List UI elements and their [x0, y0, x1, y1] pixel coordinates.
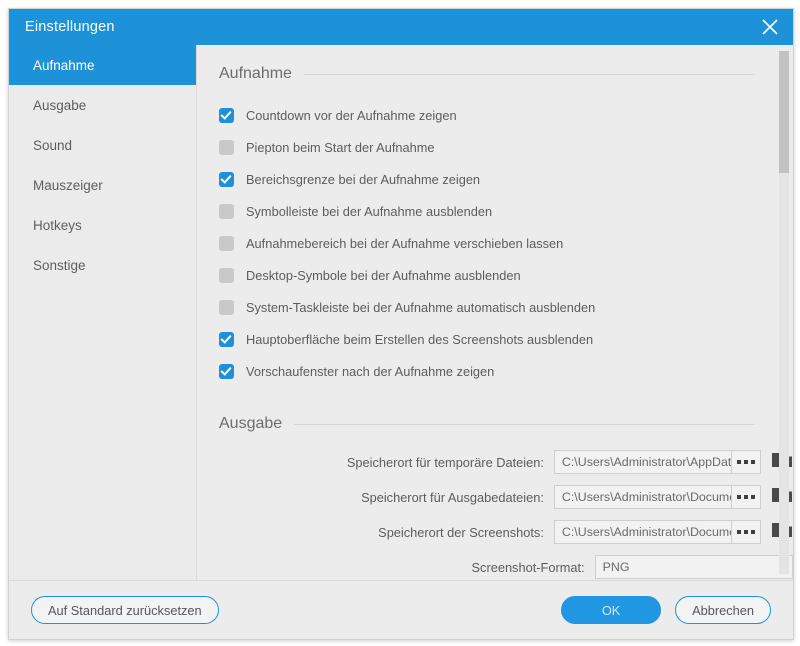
dot-icon — [751, 495, 756, 499]
dot-icon — [744, 460, 749, 464]
checkbox-row-bereichsgrenze[interactable]: Bereichsgrenze bei der Aufnahme zeigen — [197, 163, 793, 195]
sidebar-item-label: Ausgabe — [33, 97, 87, 113]
checkbox-row-aufnahmebereich[interactable]: Aufnahmebereich bei der Aufnahme verschi… — [197, 227, 793, 259]
checkbox-label: System-Taskleiste bei der Aufnahme autom… — [246, 299, 596, 315]
checkbox-hauptoberflaeche[interactable] — [219, 331, 234, 347]
checkbox-row-hauptoberflaeche[interactable]: Hauptoberfläche beim Erstellen des Scree… — [197, 323, 793, 355]
checkbox-row-piepton[interactable]: Piepton beim Start der Aufnahme — [197, 131, 793, 163]
close-icon — [760, 17, 780, 37]
cancel-button[interactable]: Abbrechen — [675, 596, 771, 624]
content-scrollbar[interactable] — [779, 51, 789, 574]
sidebar-item-mauszeiger[interactable]: Mauszeiger — [9, 165, 196, 205]
checkbox-label: Countdown vor der Aufnahme zeigen — [246, 107, 457, 123]
field-label: Speicherort der Screenshots: — [378, 524, 544, 540]
sidebar-item-ausgabe[interactable]: Ausgabe — [9, 85, 196, 125]
checkbox-taskleiste[interactable] — [219, 299, 234, 315]
title-bar: Einstellungen — [9, 9, 793, 45]
checkbox-row-desktop-symbole[interactable]: Desktop-Symbole bei der Aufnahme ausblen… — [197, 259, 793, 291]
browse-output-path-button[interactable] — [732, 485, 761, 509]
window-title: Einstellungen — [25, 19, 115, 35]
checkbox-label: Desktop-Symbole bei der Aufnahme ausblen… — [246, 267, 521, 283]
sidebar-item-label: Sonstige — [33, 257, 86, 273]
checkbox-symbolleiste[interactable] — [219, 203, 234, 219]
recording-options-list: Countdown vor der Aufnahme zeigen Piepto… — [197, 99, 793, 387]
checkbox-desktop-symbole[interactable] — [219, 267, 234, 283]
screenshot-path-input[interactable]: C:\Users\Administrator\Documents — [553, 520, 733, 544]
sidebar: Aufnahme Ausgabe Sound Mauszeiger Hotkey… — [9, 45, 197, 580]
checkbox-label: Hauptoberfläche beim Erstellen des Scree… — [246, 331, 594, 347]
dot-icon — [737, 460, 742, 464]
sidebar-item-label: Aufnahme — [33, 57, 95, 73]
footer-bar: Auf Standard zurücksetzen OK Abbrechen — [9, 581, 793, 639]
output-section: Ausgabe Speicherort für temporäre Dateie… — [197, 413, 793, 580]
section-header-ausgabe: Ausgabe — [219, 413, 755, 433]
checkbox-piepton[interactable] — [219, 139, 234, 155]
checkbox-label: Piepton beim Start der Aufnahme — [246, 139, 435, 155]
screenshot-format-select[interactable]: PNG — [594, 555, 793, 579]
field-label: Speicherort für temporäre Dateien: — [346, 454, 544, 470]
settings-scroll-content: Aufnahme Countdown vor der Aufnahme zeig… — [197, 45, 793, 580]
sidebar-item-hotkeys[interactable]: Hotkeys — [9, 205, 196, 245]
checkbox-bereichsgrenze[interactable] — [219, 171, 234, 187]
output-fields: Speicherort für temporäre Dateien: C:\Us… — [197, 447, 793, 580]
browse-screenshot-path-button[interactable] — [732, 520, 761, 544]
sidebar-item-aufnahme[interactable]: Aufnahme — [9, 45, 196, 85]
temp-path-input[interactable]: C:\Users\Administrator\AppData\Lo — [553, 450, 733, 474]
section-title: Aufnahme — [219, 65, 292, 82]
section-title: Ausgabe — [219, 415, 283, 432]
checkbox-row-symbolleiste[interactable]: Symbolleiste bei der Aufnahme ausblenden — [197, 195, 793, 227]
field-row-screenshot-path: Speicherort der Screenshots: C:\Users\Ad… — [197, 517, 793, 547]
sidebar-item-label: Sound — [33, 137, 73, 153]
field-label: Speicherort für Ausgabedateien: — [361, 489, 544, 505]
checkbox-vorschaufenster[interactable] — [219, 363, 234, 379]
ok-button[interactable]: OK — [561, 596, 662, 624]
window-body: Aufnahme Ausgabe Sound Mauszeiger Hotkey… — [9, 45, 793, 581]
sidebar-item-sound[interactable]: Sound — [9, 125, 196, 165]
section-header-aufnahme: Aufnahme — [219, 63, 755, 83]
content-area: Aufnahme Countdown vor der Aufnahme zeig… — [197, 45, 793, 580]
checkbox-aufnahmebereich[interactable] — [219, 235, 234, 251]
section-divider — [294, 423, 755, 425]
dot-icon — [744, 495, 749, 499]
dot-icon — [737, 495, 742, 499]
dot-icon — [737, 530, 742, 534]
field-row-output-path: Speicherort für Ausgabedateien: C:\Users… — [197, 482, 793, 512]
dot-icon — [751, 460, 756, 464]
checkbox-label: Bereichsgrenze bei der Aufnahme zeigen — [246, 171, 481, 187]
checkbox-row-vorschaufenster[interactable]: Vorschaufenster nach der Aufnahme zeigen — [197, 355, 793, 387]
reset-defaults-button[interactable]: Auf Standard zurücksetzen — [31, 596, 219, 624]
output-path-input[interactable]: C:\Users\Administrator\Documents — [553, 485, 733, 509]
browse-temp-path-button[interactable] — [732, 450, 761, 474]
checkbox-row-countdown[interactable]: Countdown vor der Aufnahme zeigen — [197, 99, 793, 131]
field-label: Screenshot-Format: — [471, 559, 585, 575]
checkbox-countdown[interactable] — [219, 107, 234, 123]
dot-icon — [751, 530, 756, 534]
field-row-temp-path: Speicherort für temporäre Dateien: C:\Us… — [197, 447, 793, 477]
close-button[interactable] — [747, 9, 793, 45]
sidebar-item-sonstige[interactable]: Sonstige — [9, 245, 196, 285]
checkbox-row-taskleiste[interactable]: System-Taskleiste bei der Aufnahme autom… — [197, 291, 793, 323]
sidebar-item-label: Hotkeys — [33, 217, 82, 233]
field-row-screenshot-format: Screenshot-Format: PNG — [197, 552, 793, 580]
checkbox-label: Symbolleiste bei der Aufnahme ausblenden — [246, 203, 493, 219]
settings-window: Einstellungen Aufnahme Ausgabe Sound Mau… — [8, 8, 794, 640]
section-divider — [303, 73, 755, 75]
scrollbar-thumb[interactable] — [779, 51, 789, 173]
checkbox-label: Vorschaufenster nach der Aufnahme zeigen — [246, 363, 495, 379]
dot-icon — [744, 530, 749, 534]
checkbox-label: Aufnahmebereich bei der Aufnahme verschi… — [246, 235, 564, 251]
sidebar-item-label: Mauszeiger — [33, 177, 103, 193]
